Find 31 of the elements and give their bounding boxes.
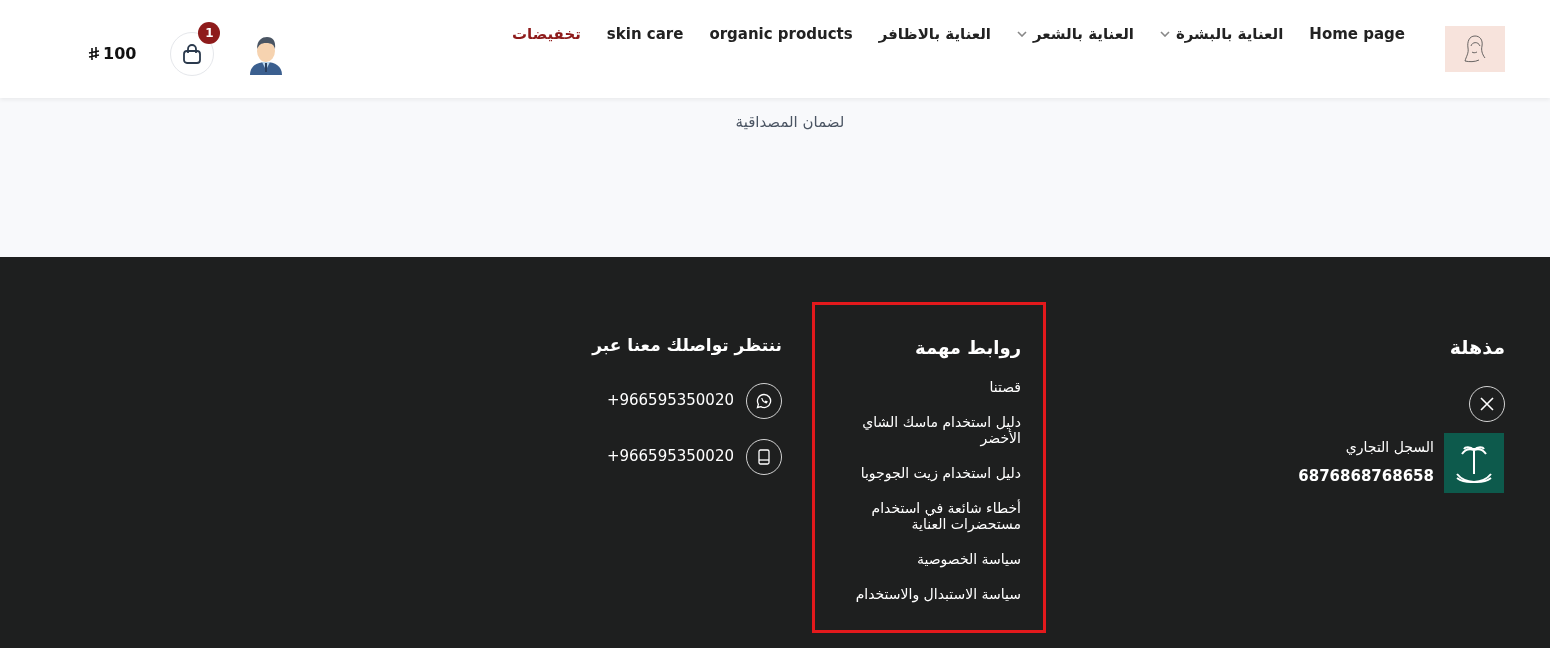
chevron-down-icon [1017, 31, 1027, 37]
cart-count-badge: 1 [198, 22, 221, 44]
nav-link[interactable]: تخفيضات [512, 22, 581, 46]
registry-number: 6876868768658 [1298, 466, 1434, 488]
footer-contact-title: ننتظر تواصلك معنا عبر [592, 334, 782, 358]
nav-link[interactable]: العناية بالبشرة [1159, 22, 1284, 46]
cart-total: 100 [103, 43, 137, 65]
footer-brand-title: مذهلة [1449, 335, 1505, 360]
intro-text: لضمان المصداقية [735, 112, 845, 133]
footer-link[interactable]: سياسة الاستبدال والاستخدام [825, 586, 1021, 602]
footer-link[interactable]: سياسة الخصوصية [825, 551, 1021, 567]
footer-links-title: روابط مهمة [913, 336, 1021, 361]
shopping-bag-icon [182, 43, 203, 65]
nav-link[interactable]: العناية بالاظافر [878, 22, 991, 46]
mobile-phone-icon [758, 448, 770, 465]
nav-link[interactable]: Home page [1309, 22, 1405, 46]
phone-number: +966595350020 [606, 446, 734, 468]
nav-link[interactable]: skin care [606, 22, 684, 46]
nav-link[interactable]: العناية بالشعر [1017, 22, 1134, 46]
phone-number: +966595350020 [606, 390, 734, 412]
x-logo-icon [1480, 396, 1494, 411]
nav-link[interactable]: organic products [709, 22, 853, 46]
palm-swords-emblem-icon [1443, 431, 1505, 494]
whatsapp-icon [756, 392, 772, 409]
footer-link[interactable]: دليل استخدام زيت الجوجوبا [825, 465, 1021, 481]
footer-link[interactable]: قصتنا [825, 379, 1021, 395]
chevron-down-icon [1159, 31, 1170, 37]
registry-label: السجل التجاري [1345, 438, 1434, 458]
footer-link[interactable]: أخطاء شائعة في استخدام مستحضرات العناية [825, 500, 1021, 532]
woman-portrait-icon [1464, 34, 1486, 64]
footer-link[interactable]: دليل استخدام ماسك الشاي الأخضر [825, 414, 1021, 446]
